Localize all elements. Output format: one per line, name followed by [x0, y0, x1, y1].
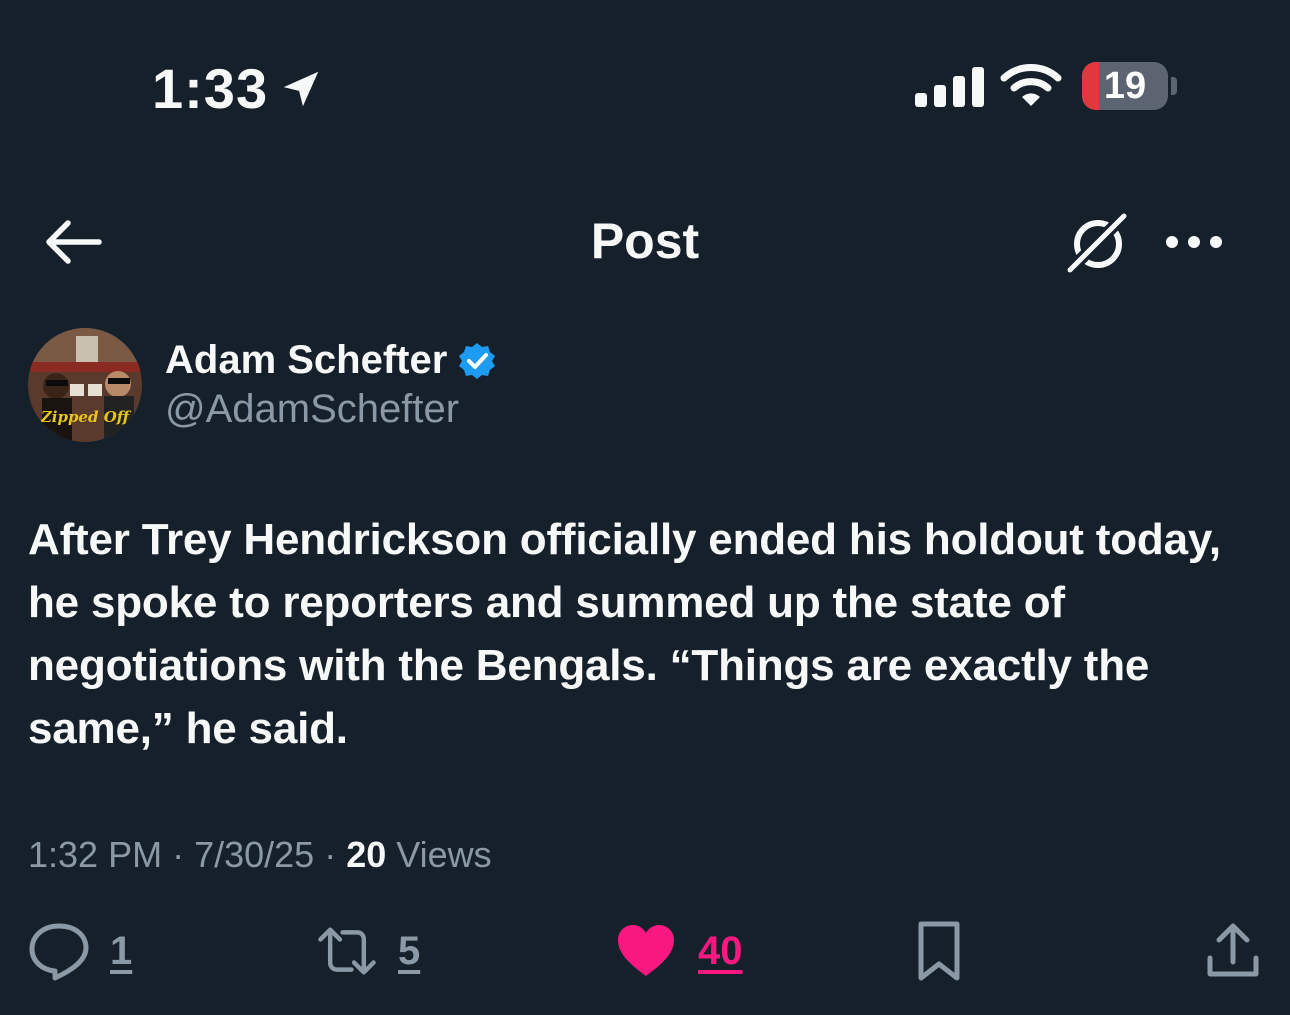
post-screen: 1:33 19 Post Zipped Off Adam Schefter @A…	[0, 0, 1290, 1015]
post-date: 7/30/25	[194, 834, 315, 875]
battery-level: 19	[1103, 64, 1147, 107]
battery-tip	[1171, 77, 1177, 95]
meta-separator: ·	[172, 834, 185, 875]
reply-count: 1	[110, 928, 133, 973]
bookmark-button[interactable]	[908, 920, 970, 982]
verified-badge-icon	[459, 342, 496, 379]
avatar-caption: Zipped Off	[40, 408, 132, 426]
avatar-image: Zipped Off	[28, 328, 142, 442]
repost-button[interactable]: 5	[316, 920, 420, 982]
like-button[interactable]: 40	[614, 920, 743, 982]
post-meta: 1:32 PM · 7/30/25 · 20 Views	[28, 834, 492, 876]
author-handle[interactable]: @AdamSchefter	[165, 387, 459, 432]
author-name[interactable]: Adam Schefter	[165, 338, 497, 383]
location-arrow-icon	[283, 71, 319, 106]
bookmark-icon	[918, 921, 960, 981]
post-time: 1:32 PM	[28, 834, 163, 875]
share-button[interactable]	[1202, 920, 1264, 982]
share-icon	[1207, 923, 1259, 977]
status-time-text: 1:33	[152, 57, 269, 120]
reply-icon	[29, 923, 89, 981]
heart-icon	[618, 925, 674, 976]
repost-count: 5	[398, 928, 421, 973]
battery-icon: 19	[1082, 62, 1168, 110]
grok-icon[interactable]	[1064, 210, 1134, 276]
avatar[interactable]: Zipped Off	[28, 328, 142, 442]
views-count: 20	[346, 834, 387, 875]
cellular-signal-icon	[915, 67, 984, 107]
repost-icon	[318, 927, 376, 975]
status-time: 1:33	[152, 56, 324, 121]
post-text: After Trey Hendrickson officially ended …	[28, 515, 1221, 753]
meta-separator: ·	[324, 834, 337, 875]
reply-button[interactable]: 1	[28, 920, 132, 982]
like-count: 40	[698, 928, 743, 973]
wifi-icon	[1000, 64, 1062, 106]
views-label: Views	[396, 834, 492, 875]
author-name-text: Adam Schefter	[165, 338, 448, 382]
more-options-icon[interactable]	[1162, 228, 1226, 256]
